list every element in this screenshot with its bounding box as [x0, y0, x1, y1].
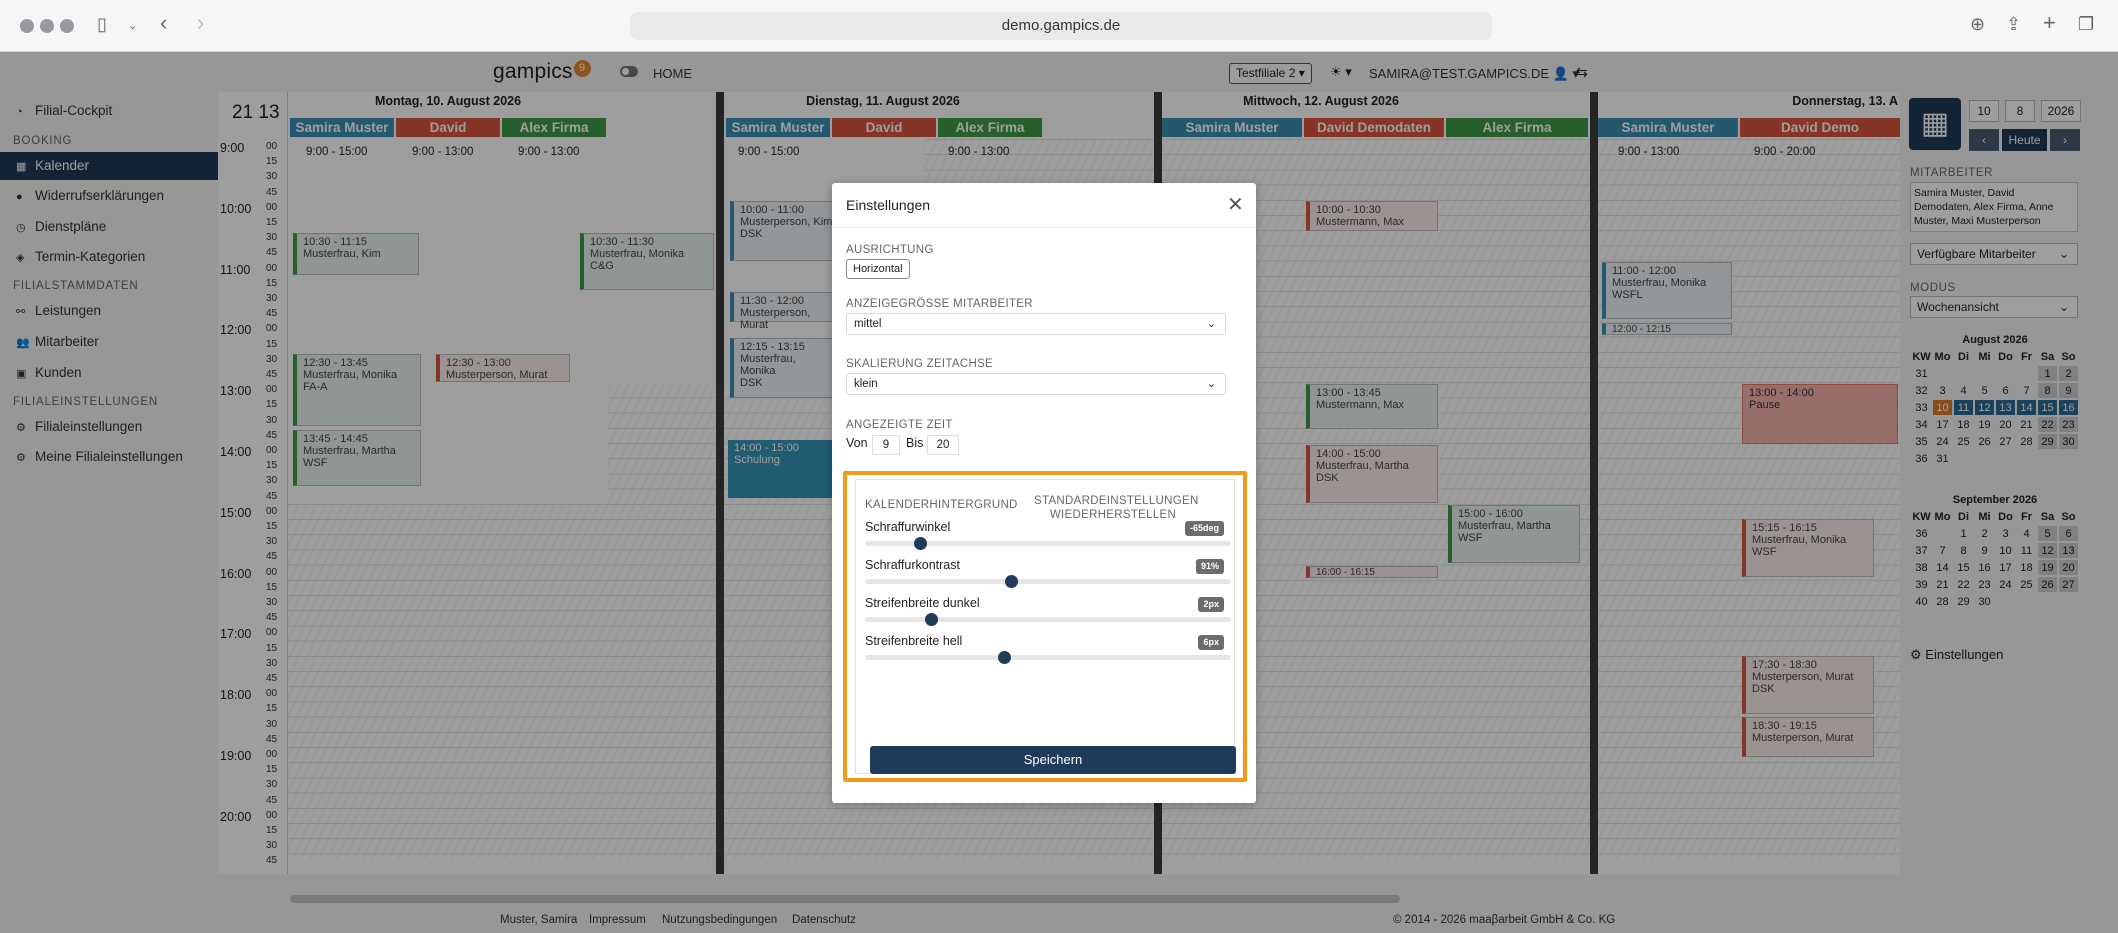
- sidebar-toggle-icon[interactable]: ▯: [97, 14, 107, 35]
- slider-value-badge: 2px: [1198, 597, 1224, 612]
- slider-thumb[interactable]: [1005, 575, 1019, 588]
- settings-modal: Einstellungen ✕ AUSRICHTUNG Horizontal A…: [832, 183, 1256, 803]
- slider-value-badge: 91%: [1195, 559, 1224, 574]
- select-value: mittel: [854, 318, 882, 330]
- slider-thumb[interactable]: [924, 613, 938, 626]
- slider-track[interactable]: [865, 575, 1231, 588]
- alignment-label: AUSRICHTUNG: [846, 244, 934, 256]
- download-icon[interactable]: ⊕: [1970, 14, 1985, 35]
- slider-value-badge: 6px: [1198, 635, 1224, 650]
- background-settings-panel: KALENDERHINTERGRUND STANDARDEINSTELLUNGE…: [855, 479, 1236, 774]
- reset-defaults-link[interactable]: STANDARDEINSTELLUNGEN WIEDERHERSTELLEN: [1034, 494, 1198, 522]
- browser-toolbar: ▯ ⌄ ‹ › demo.gampics.de ⊕ ⇪ + ❐: [0, 0, 2118, 52]
- forward-icon[interactable]: ›: [197, 10, 204, 36]
- scale-label: SKALIERUNG ZEITACHSE: [846, 358, 994, 370]
- modal-title: Einstellungen: [846, 197, 931, 213]
- close-icon[interactable]: ✕: [1227, 192, 1244, 217]
- slider-track[interactable]: [865, 651, 1231, 664]
- new-tab-icon[interactable]: +: [2043, 10, 2056, 36]
- minimize-window-button[interactable]: [40, 19, 54, 33]
- slider-thumb[interactable]: [998, 651, 1012, 664]
- slider-label: Streifenbreite hell: [865, 634, 963, 648]
- from-label: Von: [846, 436, 868, 450]
- url-text: demo.gampics.de: [1001, 17, 1121, 34]
- alignment-button[interactable]: Horizontal: [846, 259, 910, 279]
- chevron-down-icon[interactable]: ⌄: [128, 19, 137, 32]
- scale-select[interactable]: klein ⌄: [846, 373, 1226, 395]
- to-input[interactable]: 20: [927, 435, 959, 455]
- from-input[interactable]: 9: [872, 435, 900, 455]
- to-label: Bis: [906, 436, 924, 450]
- slider-label: Schraffurkontrast: [865, 558, 960, 572]
- share-icon[interactable]: ⇪: [2006, 14, 2021, 35]
- size-select[interactable]: mittel ⌄: [846, 313, 1226, 335]
- slider-label: Schraffurwinkel: [865, 520, 951, 534]
- slider-label: Streifenbreite dunkel: [865, 596, 980, 610]
- background-settings-highlight: KALENDERHINTERGRUND STANDARDEINSTELLUNGE…: [843, 471, 1247, 782]
- back-icon[interactable]: ‹: [160, 10, 167, 36]
- chevron-down-icon: ⌄: [1206, 378, 1216, 390]
- select-value: klein: [854, 378, 878, 390]
- save-button[interactable]: Speichern: [870, 746, 1236, 774]
- time-label: ANGEZEIGTE ZEIT: [846, 419, 953, 431]
- close-window-button[interactable]: [20, 19, 34, 33]
- tabs-overview-icon[interactable]: ❐: [2078, 14, 2094, 35]
- divider: [832, 227, 1256, 228]
- bg-label: KALENDERHINTERGRUND: [865, 499, 1018, 511]
- chevron-down-icon: ⌄: [1206, 318, 1216, 330]
- slider-track[interactable]: [865, 537, 1231, 550]
- size-label: ANZEIGEGRÖSSE MITARBEITER: [846, 298, 1033, 310]
- slider-thumb[interactable]: [913, 537, 927, 550]
- address-bar[interactable]: demo.gampics.de: [630, 12, 1492, 40]
- slider-track[interactable]: [865, 613, 1231, 626]
- slider-value-badge: -65deg: [1184, 521, 1224, 536]
- zoom-window-button[interactable]: [60, 19, 74, 33]
